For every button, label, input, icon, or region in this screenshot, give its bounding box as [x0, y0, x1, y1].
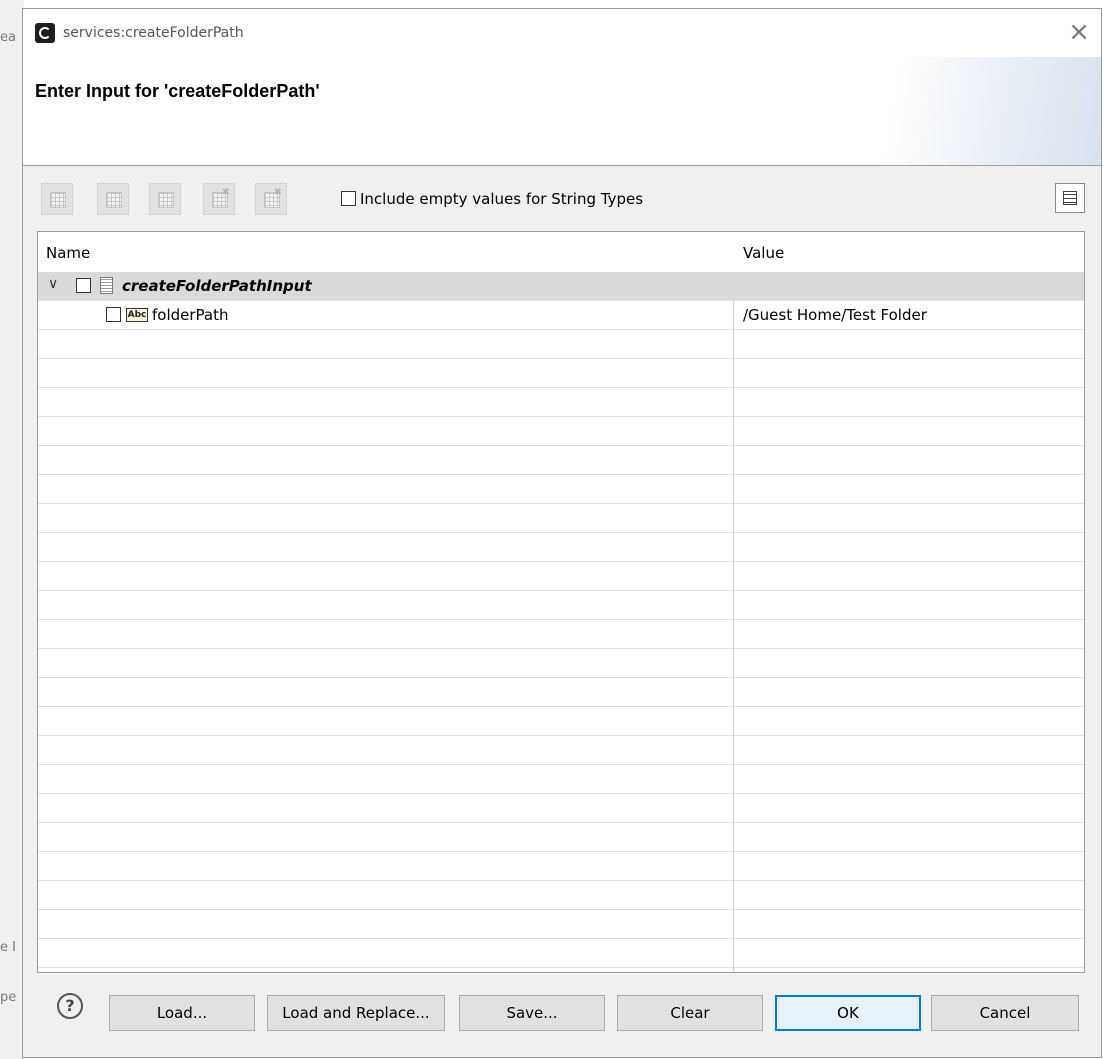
input-tree-table: Name Value ∨ createFolderPathInput Abc f…: [37, 231, 1085, 973]
empty-row: [38, 939, 1084, 968]
table-layout-icon: [1063, 191, 1077, 205]
row-checkbox[interactable]: [76, 278, 91, 293]
background-window: ea e I pe: [0, 0, 24, 1059]
empty-row: [38, 591, 1084, 620]
empty-row: [38, 562, 1084, 591]
add-row-button[interactable]: [41, 183, 73, 215]
clear-button[interactable]: Clear: [617, 995, 763, 1031]
table-row[interactable]: Abc folderPath /Guest Home/Test Folder: [38, 301, 1084, 330]
empty-row: [38, 446, 1084, 475]
load-button[interactable]: Load...: [109, 995, 255, 1031]
empty-row: [38, 504, 1084, 533]
empty-row: [38, 910, 1084, 939]
input-dialog: services:createFolderPath × Enter Input …: [22, 8, 1102, 1058]
document-icon: [100, 277, 113, 294]
insert-row-icon: [106, 192, 122, 208]
dialog-heading: Enter Input for 'createFolderPath': [35, 81, 320, 101]
empty-row: [38, 852, 1084, 881]
chevron-down-icon[interactable]: ∨: [48, 276, 58, 292]
empty-row: [38, 475, 1084, 504]
empty-row: [38, 765, 1084, 794]
insert-row-button[interactable]: [97, 183, 129, 215]
value-cell[interactable]: /Guest Home/Test Folder: [743, 306, 927, 324]
background-text: e I: [0, 940, 16, 955]
empty-row: [38, 359, 1084, 388]
empty-row: [38, 388, 1084, 417]
empty-row: [38, 649, 1084, 678]
empty-row: [38, 330, 1084, 359]
empty-row: [38, 620, 1084, 649]
add-column-button[interactable]: [149, 183, 181, 215]
empty-row: [38, 794, 1084, 823]
save-button[interactable]: Save...: [459, 995, 605, 1031]
x-mark-icon: ✖: [273, 187, 282, 198]
dialog-banner: Enter Input for 'createFolderPath': [23, 57, 1101, 166]
cancel-button[interactable]: Cancel: [931, 995, 1079, 1031]
close-button[interactable]: ×: [1065, 19, 1093, 47]
empty-row: [38, 678, 1084, 707]
help-icon[interactable]: ?: [57, 993, 83, 1019]
table-layout-button[interactable]: [1055, 183, 1085, 213]
empty-row: [38, 736, 1084, 765]
add-column-icon: [158, 192, 174, 208]
column-header-name[interactable]: Name: [46, 244, 90, 262]
background-text: ea: [0, 30, 16, 45]
toolbar: ✖ ✖ Include empty values for String Type…: [37, 179, 1087, 219]
row-label: folderPath: [152, 306, 229, 324]
column-header-value[interactable]: Value: [743, 244, 784, 262]
remove-row-button[interactable]: ✖: [203, 183, 235, 215]
table-row[interactable]: ∨ createFolderPathInput: [38, 272, 1084, 301]
load-and-replace-button[interactable]: Load and Replace...: [267, 995, 445, 1031]
row-label: createFolderPathInput: [122, 277, 312, 295]
empty-row: [38, 533, 1084, 562]
button-bar: ? Load... Load and Replace... Save... Cl…: [37, 985, 1087, 1045]
background-text: pe: [0, 990, 17, 1005]
add-row-icon: [50, 192, 66, 208]
title-bar[interactable]: services:createFolderPath ×: [23, 9, 1101, 57]
app-icon: [35, 23, 55, 43]
empty-row: [38, 881, 1084, 910]
ok-button[interactable]: OK: [775, 995, 921, 1031]
include-empty-checkbox[interactable]: [341, 191, 356, 206]
remove-column-button[interactable]: ✖: [255, 183, 287, 215]
include-empty-label: Include empty values for String Types: [360, 189, 644, 208]
empty-row: [38, 707, 1084, 736]
abc-string-icon: Abc: [126, 308, 148, 322]
empty-row: [38, 417, 1084, 446]
empty-row: [38, 823, 1084, 852]
row-checkbox[interactable]: [106, 307, 121, 322]
table-header: Name Value: [38, 232, 1084, 272]
window-title: services:createFolderPath: [63, 25, 244, 41]
x-mark-icon: ✖: [221, 187, 230, 198]
include-empty-option[interactable]: Include empty values for String Types: [341, 189, 643, 211]
